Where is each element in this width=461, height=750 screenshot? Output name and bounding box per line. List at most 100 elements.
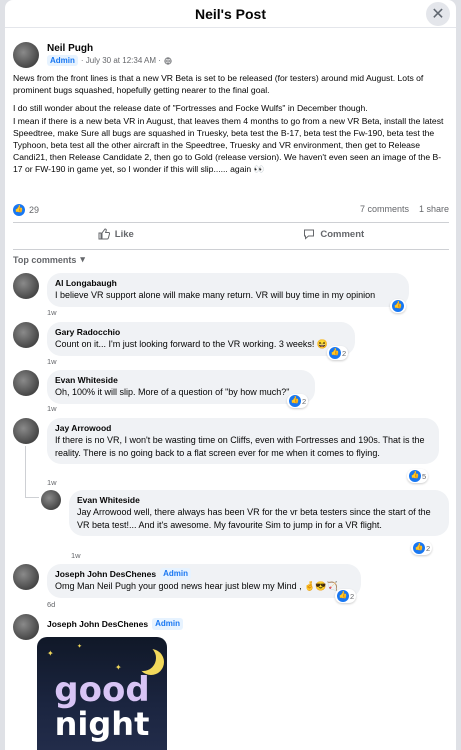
comments-count[interactable]: 7 comments [360, 204, 409, 216]
comment-label: Comment [320, 228, 365, 240]
comment-text: I believe VR support alone will make man… [55, 290, 376, 300]
comment-reactions[interactable]: 👍 5 [407, 469, 429, 483]
close-button[interactable]: ✕ [426, 2, 450, 26]
like-button[interactable]: Like [98, 228, 134, 240]
like-reaction-icon: 👍 [392, 300, 404, 312]
star-icon: ✦ [47, 649, 54, 658]
like-reaction-icon: 👍 [409, 470, 421, 482]
comment-time[interactable]: 1w [47, 478, 57, 487]
like-label: Like [114, 228, 134, 240]
comment-reaction-count: 5 [422, 471, 427, 481]
reply-comment: Evan Whiteside Jay Arrowood well, there … [41, 490, 449, 536]
commenter-name[interactable]: Jay Arrowood [55, 422, 429, 434]
close-icon: ✕ [431, 6, 445, 23]
commenter-avatar[interactable] [13, 564, 39, 590]
comment: Gary Radocchio Count on it... I'm just l… [13, 322, 355, 356]
like-reaction-icon: 👍 [13, 204, 25, 216]
comment-time[interactable]: 6d [47, 600, 55, 609]
commenter-name[interactable]: Evan Whiteside [77, 494, 439, 506]
commenter-name[interactable]: Joseph John DesChenes Admin [47, 618, 183, 630]
reaction-count[interactable]: 29 [29, 205, 39, 215]
post-body: News from the front lines is that a new … [13, 72, 448, 182]
comment: Evan Whiteside Oh, 100% it will slip. Mo… [13, 370, 315, 404]
commenter-name-text[interactable]: Joseph John DesChenes [55, 568, 156, 580]
comment-time[interactable]: 1w [71, 551, 81, 560]
commenter-avatar[interactable] [13, 273, 39, 299]
moon-icon [130, 645, 156, 671]
comment-time[interactable]: 1w [47, 357, 57, 366]
commenter-avatar[interactable] [13, 418, 39, 444]
post-modal: Neil's Post ✕ Neil Pugh Admin · July 30 … [5, 0, 456, 750]
comment-text: If there is no VR, I won't be wasting ti… [55, 435, 425, 458]
good-night-gif[interactable]: ✦ ✦ ✦ good night [37, 637, 167, 750]
comment-bubble: Gary Radocchio Count on it... I'm just l… [47, 322, 355, 356]
reactions-summary: 👍 29 7 comments 1 share [13, 204, 449, 216]
post-timestamp[interactable]: · July 30 at 12:34 AM · [81, 55, 161, 66]
commenter-avatar[interactable] [13, 370, 39, 396]
comment-bubble: Al Longabaugh I believe VR support alone… [47, 273, 409, 307]
comment-reactions[interactable]: 👍 2 [327, 346, 349, 360]
comment-bubble: Evan Whiteside Oh, 100% it will slip. Mo… [47, 370, 315, 404]
comment-reaction-count: 2 [342, 348, 347, 358]
post-paragraph: News from the front lines is that a new … [13, 73, 424, 96]
commenter-name[interactable]: Gary Radocchio [55, 326, 345, 338]
comment-bubble: Joseph John DesChenes Admin Omg Man Neil … [47, 564, 361, 598]
caret-down-icon: ▾ [80, 254, 85, 264]
comment-reactions[interactable]: 👍 2 [411, 541, 433, 555]
comment-text: Omg Man Neil Pugh your good news hear ju… [55, 581, 338, 591]
commenter-name[interactable]: Evan Whiteside [55, 374, 305, 386]
post-paragraph: I mean if there is a new beta VR in Augu… [13, 115, 444, 175]
reaction-count-group[interactable]: 👍 29 [13, 204, 39, 216]
gif-text-line1: good [54, 670, 150, 710]
author-avatar[interactable] [13, 42, 39, 68]
comment-time[interactable]: 1w [47, 404, 57, 413]
scrollbar[interactable] [450, 28, 456, 750]
post-paragraph: I do still wonder about the release date… [13, 103, 368, 114]
modal-title: Neil's Post [194, 5, 267, 22]
thumbs-up-icon [98, 228, 110, 240]
comment-bubble: Jay Arrowood If there is no VR, I won't … [47, 418, 439, 464]
comment-button[interactable]: Comment [303, 228, 364, 240]
like-reaction-icon: 👍 [337, 590, 349, 602]
comment-reactions[interactable]: 👍 2 [335, 589, 357, 603]
comment-text: Jay Arrowood well, there always has been… [77, 507, 431, 530]
admin-badge: Admin [160, 568, 191, 580]
comment-text: Count on it... I'm just looking forward … [55, 339, 329, 349]
divider [13, 249, 449, 250]
comment-reaction-count: 2 [302, 396, 307, 406]
comment-text: Oh, 100% it will slip. More of a questio… [55, 387, 290, 397]
globe-icon [164, 56, 172, 65]
like-reaction-icon: 👍 [289, 395, 301, 407]
divider [13, 222, 449, 223]
comment-bubble: Evan Whiteside Jay Arrowood well, there … [69, 490, 449, 536]
comment-reaction-count: 2 [350, 591, 355, 601]
like-reaction-icon: 👍 [329, 347, 341, 359]
post-header: Neil Pugh Admin · July 30 at 12:34 AM · [13, 42, 172, 68]
comment: Joseph John DesChenes Admin Omg Man Neil … [13, 564, 361, 598]
commenter-avatar[interactable] [13, 614, 39, 640]
admin-badge: Admin [152, 618, 183, 630]
top-comments-label: Top comments [13, 254, 77, 265]
modal-header: Neil's Post ✕ [5, 0, 456, 28]
commenter-name[interactable]: Al Longabaugh [55, 277, 399, 289]
thread-line [25, 446, 26, 498]
comment: Al Longabaugh I believe VR support alone… [13, 273, 409, 307]
commenter-name[interactable]: Joseph John DesChenes Admin [55, 568, 351, 580]
comment-reactions[interactable]: 👍 2 [287, 394, 309, 408]
post-author[interactable]: Neil Pugh [47, 42, 172, 55]
star-icon: ✦ [77, 644, 83, 650]
comment-reactions[interactable]: 👍 [390, 299, 406, 313]
thread-connector [25, 497, 39, 498]
comment-time[interactable]: 1w [47, 308, 57, 317]
commenter-avatar[interactable] [41, 490, 61, 510]
comment-reaction-count: 2 [426, 543, 431, 553]
gif-text-line2: night [54, 705, 150, 743]
commenter-avatar[interactable] [13, 322, 39, 348]
comment: Jay Arrowood If there is no VR, I won't … [13, 418, 439, 464]
shares-count[interactable]: 1 share [419, 204, 449, 216]
post-actions: Like Comment [13, 228, 449, 240]
comment-icon [304, 229, 315, 240]
commenter-name-text[interactable]: Joseph John DesChenes [47, 618, 148, 630]
admin-badge: Admin [47, 55, 78, 66]
top-comments-filter[interactable]: Top comments ▾ [13, 254, 85, 265]
